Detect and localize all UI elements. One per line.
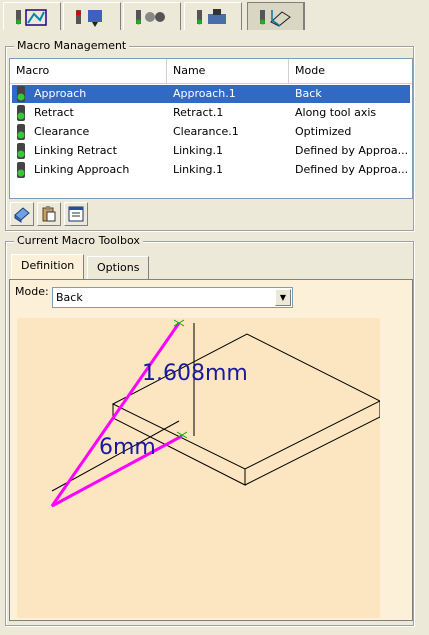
- tool-icon: [76, 9, 102, 27]
- row-macro: Linking Approach: [34, 163, 130, 176]
- status-light-icon: [17, 86, 25, 102]
- row-name: Clearance.1: [173, 125, 239, 138]
- table-row[interactable]: Linking Retract Linking.1 Defined by App…: [12, 142, 410, 160]
- status-light-icon: [17, 124, 25, 140]
- mode-label: Mode:: [15, 285, 49, 298]
- book-button[interactable]: [10, 202, 34, 226]
- macros-icon: [259, 9, 291, 27]
- table-row[interactable]: Approach Approach.1 Back: [12, 85, 410, 103]
- row-name: Retract.1: [173, 106, 224, 119]
- status-light-icon: [17, 105, 25, 121]
- properties-icon: [68, 206, 84, 222]
- tab-feeds-speeds[interactable]: [184, 2, 242, 30]
- tab-options[interactable]: Options: [87, 256, 150, 280]
- status-light-icon: [17, 143, 25, 159]
- row-name: Linking.1: [173, 163, 224, 176]
- row-mode: Optimized: [295, 125, 352, 138]
- row-mode: Defined by Approa...: [295, 144, 409, 157]
- table-header: Macro Name Mode: [10, 59, 412, 84]
- row-mode: Back: [295, 87, 322, 100]
- row-macro: Retract: [34, 106, 74, 119]
- macro-management-title: Macro Management: [14, 39, 130, 53]
- tab-macro-general[interactable]: [3, 2, 61, 30]
- feeds-speeds-icon: [197, 8, 226, 24]
- tab-tool[interactable]: [63, 2, 121, 30]
- mode-select[interactable]: Back ▼: [52, 287, 293, 308]
- column-header-mode[interactable]: Mode: [289, 59, 412, 83]
- properties-button[interactable]: [64, 202, 88, 226]
- paste-icon: [42, 206, 56, 222]
- tab-definition[interactable]: Definition: [11, 254, 85, 280]
- height-dimension-label: 1.608mm: [142, 361, 248, 386]
- row-name: Approach.1: [173, 87, 236, 100]
- tab-geometry[interactable]: [123, 2, 181, 30]
- column-header-name[interactable]: Name: [167, 59, 289, 83]
- row-mode: Defined by Approa...: [295, 163, 409, 176]
- mode-select-value: Back: [56, 291, 83, 304]
- row-mode: Along tool axis: [295, 106, 377, 119]
- geometry-icon: [136, 9, 165, 24]
- row-name: Linking.1: [173, 144, 224, 157]
- paste-button[interactable]: [37, 202, 61, 226]
- table-row[interactable]: Retract Retract.1 Along tool axis: [12, 104, 410, 122]
- tab-macros[interactable]: [247, 2, 305, 30]
- macro-table: Macro Name Mode Approach Approach.1 Back…: [9, 58, 413, 199]
- approach-diagram: 1.608mm 6mm: [17, 318, 380, 618]
- macro-general-icon: [16, 8, 47, 26]
- row-macro: Approach: [34, 87, 87, 100]
- chevron-down-icon[interactable]: ▼: [275, 289, 291, 306]
- row-macro: Linking Retract: [34, 144, 117, 157]
- book-icon: [14, 207, 30, 223]
- table-row[interactable]: Clearance Clearance.1 Optimized: [12, 123, 410, 141]
- row-macro: Clearance: [34, 125, 90, 138]
- top-tab-bar: [0, 0, 429, 32]
- column-header-macro[interactable]: Macro: [10, 59, 167, 83]
- table-row[interactable]: Linking Approach Linking.1 Defined by Ap…: [12, 161, 410, 179]
- status-light-icon: [17, 162, 25, 178]
- length-dimension-label: 6mm: [99, 435, 156, 460]
- macro-toolbox-title: Current Macro Toolbox: [14, 234, 143, 248]
